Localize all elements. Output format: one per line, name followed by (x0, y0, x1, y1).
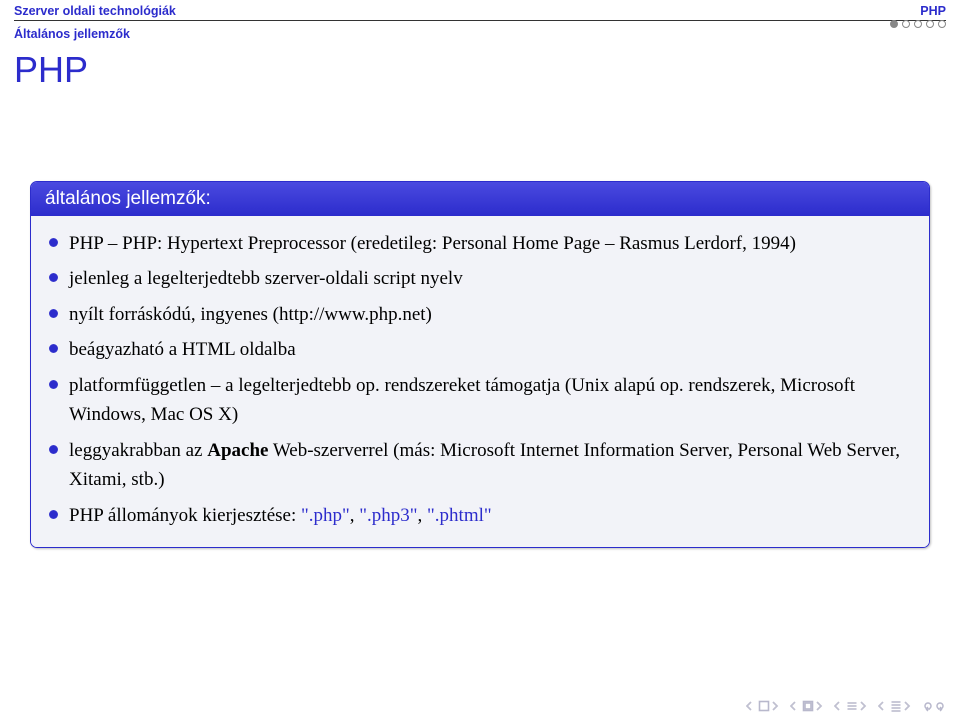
nav-back-forward[interactable] (922, 700, 946, 712)
nav-prev-section[interactable] (834, 700, 870, 712)
progress-dot (902, 20, 910, 28)
bullet-item: PHP – PHP: Hypertext Preprocessor (erede… (45, 226, 915, 261)
progress-dot-current (890, 20, 898, 28)
progress-dot (926, 20, 934, 28)
progress-dot (938, 20, 946, 28)
progress-dots (890, 20, 946, 28)
nav-prev-frame[interactable] (878, 700, 914, 712)
progress-dot (914, 20, 922, 28)
bullet-list: PHP – PHP: Hypertext Preprocessor (erede… (45, 226, 915, 533)
bullet-item: leggyakrabban az Apache Web-szerverrel (… (45, 433, 915, 498)
bullet-item: PHP állományok kierjesztése: ".php", ".p… (45, 498, 915, 533)
header-left: Szerver oldali technológiák (14, 4, 176, 18)
block-title: általános jellemzők: (31, 182, 929, 216)
block-body: PHP – PHP: Hypertext Preprocessor (erede… (31, 216, 929, 547)
bullet-item: beágyazható a HTML oldalba (45, 332, 915, 367)
bullet-item: nyílt forráskódú, ingyenes (http://www.p… (45, 297, 915, 332)
content-area: általános jellemzők: PHP – PHP: Hypertex… (0, 91, 960, 548)
header-right: PHP (920, 4, 946, 18)
bullet-item: jelenleg a legelterjedtebb szerver-oldal… (45, 261, 915, 296)
slide-title: PHP (0, 41, 960, 91)
subsection-label: Általános jellemzők (0, 21, 960, 41)
nav-prev-subsection[interactable] (790, 700, 826, 712)
beamer-nav[interactable] (746, 700, 946, 712)
slide-header: Szerver oldali technológiák PHP (0, 0, 960, 18)
block: általános jellemzők: PHP – PHP: Hypertex… (30, 181, 930, 548)
bullet-item: platformfüggetlen – a legelterjedtebb op… (45, 368, 915, 433)
nav-prev-slide[interactable] (746, 700, 782, 712)
